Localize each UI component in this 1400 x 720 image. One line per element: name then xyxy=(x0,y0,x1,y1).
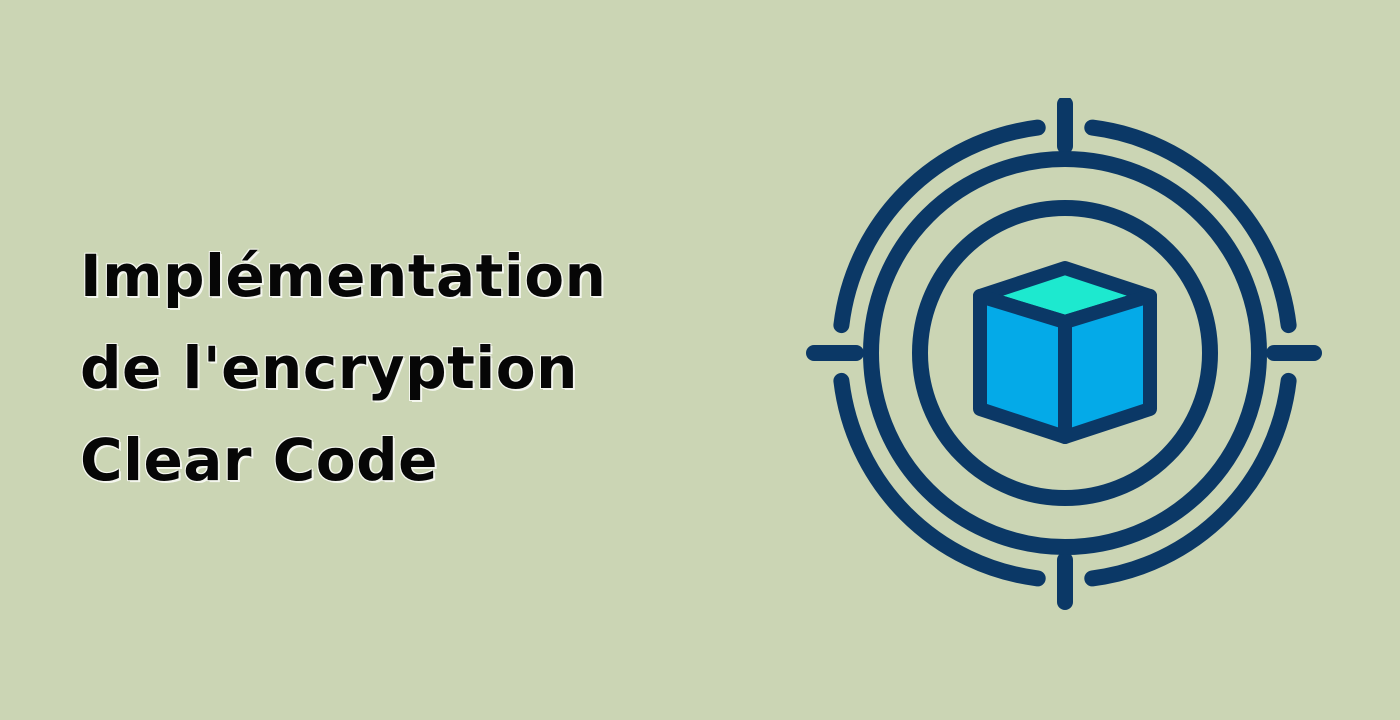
cube-left-face xyxy=(973,289,1072,444)
cube-icon xyxy=(973,261,1157,444)
page-title: Implémentation de l'encryption Clear Cod… xyxy=(80,230,720,506)
cube-right-face xyxy=(1058,289,1157,444)
title-line-3: Clear Code xyxy=(80,426,438,494)
title-line-1: Implémentation xyxy=(80,242,607,310)
target-cube-icon xyxy=(800,98,1328,614)
title-line-2: de l'encryption xyxy=(80,334,578,402)
